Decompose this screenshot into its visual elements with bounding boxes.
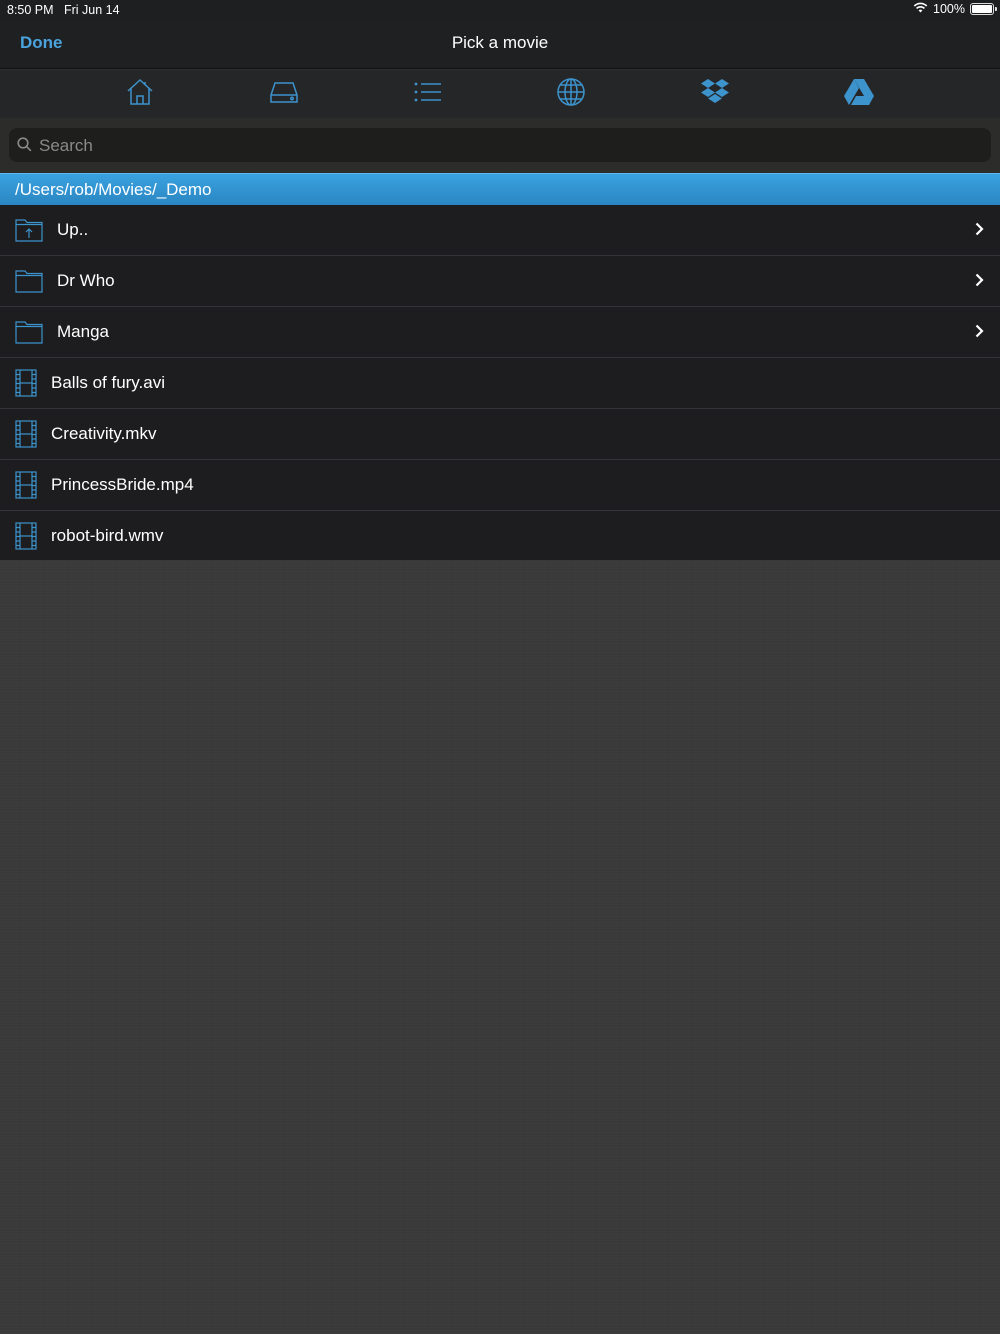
current-path-bar: /Users/rob/Movies/_Demo xyxy=(0,173,1000,205)
chevron-right-icon xyxy=(975,222,984,241)
film-icon xyxy=(15,358,37,408)
film-icon xyxy=(15,511,37,561)
current-path: /Users/rob/Movies/_Demo xyxy=(15,180,212,199)
source-toolbar xyxy=(0,69,1000,119)
item-label: Dr Who xyxy=(57,271,115,290)
item-label: robot-bird.wmv xyxy=(51,526,164,545)
film-icon xyxy=(15,460,37,510)
search-bar xyxy=(0,118,1000,173)
page-title: Pick a movie xyxy=(451,33,549,52)
file-list: Up.. Dr Who Manga Balls of fury.avi Crea… xyxy=(0,205,1000,562)
google-drive-icon xyxy=(843,78,875,111)
search-input[interactable] xyxy=(37,128,981,164)
status-date: Fri Jun 14 xyxy=(64,3,120,17)
globe-icon xyxy=(556,77,586,112)
dropbox-button[interactable] xyxy=(695,78,735,110)
item-label: Manga xyxy=(57,322,109,341)
wifi-icon xyxy=(913,2,928,16)
status-time: 8:50 PM xyxy=(7,3,54,17)
local-drive-button[interactable] xyxy=(264,78,304,110)
film-icon xyxy=(15,409,37,459)
search-box[interactable] xyxy=(9,128,991,164)
item-label: Balls of fury.avi xyxy=(51,373,166,392)
battery-icon xyxy=(970,3,997,15)
list-item-folder[interactable]: Dr Who xyxy=(0,256,1000,307)
item-label: PrincessBride.mp4 xyxy=(51,475,194,494)
empty-background xyxy=(0,560,1000,1334)
navigation-bar: Done Pick a movie xyxy=(0,20,1000,69)
home-icon xyxy=(125,77,155,112)
folder-up-icon xyxy=(15,205,43,255)
dropbox-icon xyxy=(700,78,730,111)
folder-icon xyxy=(15,307,43,357)
list-item-folder[interactable]: Manga xyxy=(0,307,1000,358)
list-item-file[interactable]: robot-bird.wmv xyxy=(0,511,1000,562)
google-drive-button[interactable] xyxy=(839,78,879,110)
network-button[interactable] xyxy=(551,77,591,112)
list-button[interactable] xyxy=(408,78,448,110)
chevron-right-icon xyxy=(975,324,984,343)
list-item-file[interactable]: PrincessBride.mp4 xyxy=(0,460,1000,511)
chevron-right-icon xyxy=(975,273,984,292)
item-label: Up.. xyxy=(57,220,89,239)
home-button[interactable] xyxy=(120,78,160,110)
item-label: Creativity.mkv xyxy=(51,424,157,443)
status-indicators: 100% xyxy=(913,2,997,16)
search-icon xyxy=(17,137,32,157)
folder-icon xyxy=(15,256,43,306)
list-item-up[interactable]: Up.. xyxy=(0,205,1000,256)
list-item-file[interactable]: Creativity.mkv xyxy=(0,409,1000,460)
list-icon xyxy=(413,80,443,109)
drive-icon xyxy=(269,79,299,110)
battery-percent: 100% xyxy=(933,2,965,16)
status-bar: 8:50 PM Fri Jun 14 100% xyxy=(0,0,1000,20)
list-item-file[interactable]: Balls of fury.avi xyxy=(0,358,1000,409)
